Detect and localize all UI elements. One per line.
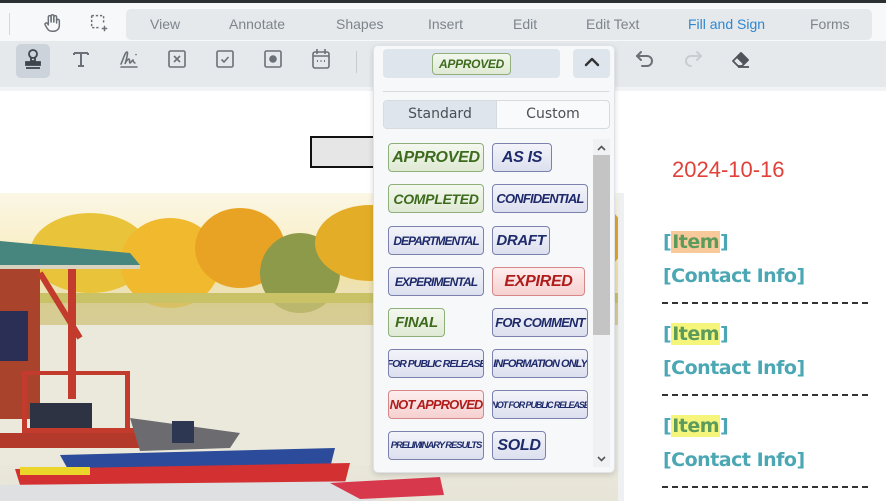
stamp-type-tabs: Standard Custom — [383, 100, 610, 129]
signature-tool-button[interactable] — [112, 44, 146, 78]
stamp-for-comment[interactable]: FOR COMMENT — [492, 308, 588, 337]
hand-pan-icon[interactable] — [38, 9, 66, 37]
menu-fill-and-sign[interactable]: Fill and Sign — [688, 9, 765, 40]
menu-view[interactable]: View — [150, 9, 180, 40]
scroll-down-arrow[interactable] — [593, 451, 610, 465]
item-placeholder-highlighted: Item — [671, 415, 721, 437]
menu-shapes[interactable]: Shapes — [336, 9, 383, 40]
stamp-draft[interactable]: DRAFT — [492, 226, 550, 255]
stamp-not-approved[interactable]: NOT APPROVED — [388, 390, 484, 419]
menu-edit[interactable]: Edit — [513, 9, 537, 40]
stamp-experimental[interactable]: EXPERIMENTAL — [388, 267, 484, 296]
stamp-not-for-public-release[interactable]: NOT FOR PUBLIC RELEASE — [492, 390, 588, 419]
undo-button[interactable] — [628, 44, 662, 78]
stamp-for-public-release[interactable]: FOR PUBLIC RELEASE — [388, 349, 484, 378]
stamp-sold[interactable]: SOLD — [492, 431, 546, 460]
marquee-select-icon[interactable] — [85, 9, 113, 37]
text-tool-button[interactable] — [64, 44, 98, 78]
chevron-down-icon — [597, 449, 606, 467]
stamp-departmental[interactable]: DEPARTMENTAL — [388, 226, 484, 255]
dashed-divider — [662, 394, 868, 396]
selected-stamp-button[interactable]: APPROVED — [383, 49, 560, 78]
item-placeholder-highlighted: Item — [671, 323, 721, 345]
page-edge-shadow — [618, 193, 624, 501]
stamp-confidential[interactable]: CONFIDENTIAL — [492, 184, 588, 213]
menu-forms[interactable]: Forms — [810, 9, 850, 40]
chevron-up-icon — [597, 138, 606, 156]
scrollbar-thumb[interactable] — [593, 155, 610, 335]
stamp-completed[interactable]: COMPLETED — [388, 184, 484, 213]
cross-mark-icon — [167, 49, 187, 74]
undo-icon — [634, 49, 656, 74]
scroll-up-arrow[interactable] — [593, 140, 610, 154]
checkmark-tool-button[interactable] — [208, 44, 242, 78]
entry-contact[interactable]: [Contact Info] — [663, 265, 805, 287]
toolbar-divider — [9, 13, 10, 35]
stamp-expired[interactable]: EXPIRED — [492, 267, 585, 296]
entry-contact[interactable]: [Contact Info] — [663, 357, 805, 379]
menu-insert[interactable]: Insert — [428, 9, 463, 40]
entry-item[interactable]: [Item] — [663, 231, 729, 253]
stamp-tool-button[interactable] — [16, 44, 50, 78]
dashed-divider — [662, 486, 868, 488]
mode-menu: View Annotate Shapes Insert Edit Edit Te… — [126, 9, 872, 40]
toolbar-divider — [356, 51, 357, 73]
main-toolbar: View Annotate Shapes Insert Edit Edit Te… — [0, 3, 886, 41]
stamp-final[interactable]: FINAL — [388, 308, 445, 337]
menu-edit-text[interactable]: Edit Text — [586, 9, 639, 40]
entry-item[interactable]: [Item] — [663, 323, 729, 345]
entry-contact[interactable]: [Contact Info] — [663, 449, 805, 471]
tab-custom[interactable]: Custom — [497, 101, 609, 128]
eraser-icon — [730, 48, 752, 75]
dot-icon — [263, 49, 283, 74]
stamp-as-is[interactable]: AS IS — [492, 143, 552, 172]
collapse-dropdown-button[interactable] — [573, 49, 610, 78]
form-field-box[interactable] — [310, 136, 380, 168]
date-tool-button[interactable] — [304, 44, 338, 78]
cross-mark-tool-button[interactable] — [160, 44, 194, 78]
entry-item[interactable]: [Item] — [663, 415, 729, 437]
redo-icon — [682, 49, 704, 74]
stamp-information-only[interactable]: INFORMATION ONLY — [492, 349, 588, 378]
tab-standard[interactable]: Standard — [384, 101, 497, 128]
item-placeholder-highlighted: Item — [671, 231, 721, 253]
dashed-divider — [662, 302, 868, 304]
dot-tool-button[interactable] — [256, 44, 290, 78]
chevron-up-icon — [584, 55, 600, 73]
signature-icon — [118, 48, 140, 75]
calendar-date-icon — [311, 48, 331, 75]
stamp-dropdown: APPROVED Standard Custom APPROVED AS IS … — [373, 45, 615, 473]
selected-stamp-preview: APPROVED — [432, 52, 511, 75]
stamp-preliminary-results[interactable]: PRELIMINARY RESULTS — [388, 431, 484, 460]
stamp-icon — [23, 48, 43, 75]
text-icon — [71, 49, 91, 74]
checkmark-icon — [215, 49, 235, 74]
date-field[interactable]: 2024-10-16 — [672, 157, 785, 183]
stamp-approved[interactable]: APPROVED — [388, 143, 484, 172]
stamp-list-scrollbar[interactable] — [593, 139, 610, 467]
redo-button[interactable] — [676, 44, 710, 78]
eraser-button[interactable] — [724, 44, 758, 78]
menu-annotate[interactable]: Annotate — [229, 9, 285, 40]
dropdown-divider — [383, 91, 609, 92]
stamp-list: APPROVED AS IS COMPLETED CONFIDENTIAL DE… — [387, 139, 592, 469]
